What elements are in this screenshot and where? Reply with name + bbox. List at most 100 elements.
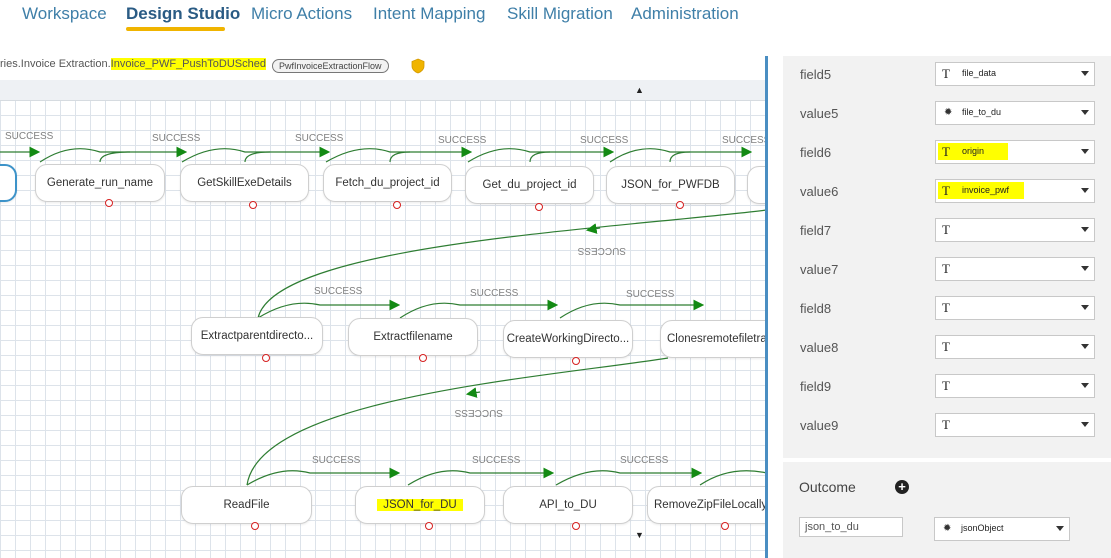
chevron-down-icon[interactable] <box>1081 149 1089 154</box>
tab-workspace[interactable]: Workspace <box>22 4 107 24</box>
node-error-port[interactable] <box>535 203 543 211</box>
tab-skill-migration[interactable]: Skill Migration <box>507 4 613 24</box>
property-select[interactable]: T <box>935 335 1095 359</box>
property-select[interactable]: T <box>935 374 1095 398</box>
property-row: field8 T <box>783 290 1111 329</box>
edge <box>559 299 705 319</box>
edge <box>325 146 473 163</box>
breadcrumb-prefix[interactable]: ries.Invoice Extraction. <box>0 58 111 70</box>
gear-icon: ✹ <box>944 107 953 118</box>
flow-node[interactable]: Extractparentdirecto... <box>191 317 323 355</box>
flow-canvas[interactable]: ▲ ▼ SUCCESS SUCCESS SUCCESS SUCCESS SUCC… <box>0 80 767 558</box>
edge <box>529 151 551 163</box>
chevron-down-icon[interactable] <box>1081 344 1089 349</box>
flow-node[interactable]: Generate_run_name <box>35 164 165 202</box>
chevron-down-icon[interactable] <box>1081 110 1089 115</box>
flow-badge[interactable]: PwfInvoiceExtractionFlow <box>272 59 389 73</box>
node-error-port[interactable] <box>393 201 401 209</box>
row2-edges <box>257 299 705 319</box>
chevron-down-icon[interactable] <box>1081 188 1089 193</box>
property-label: field5 <box>800 67 832 82</box>
flow-node[interactable]: Fetch_du_project_id <box>323 164 452 202</box>
property-select[interactable]: ✹ file_to_du <box>935 101 1095 125</box>
flow-node[interactable] <box>0 164 17 202</box>
node-error-port[interactable] <box>251 522 259 530</box>
property-label: value8 <box>800 340 839 355</box>
tab-intent-mapping[interactable]: Intent Mapping <box>373 4 485 24</box>
outcome-name-input[interactable]: json_to_du <box>799 517 903 537</box>
property-value: origin <box>962 146 985 156</box>
property-select[interactable]: T <box>935 413 1095 437</box>
node-error-port[interactable] <box>419 354 427 362</box>
flow-node[interactable]: JSON_for_PWFDB <box>606 166 735 204</box>
flow-node[interactable]: Get_du_project_id <box>465 166 594 204</box>
property-select[interactable]: T <box>935 257 1095 281</box>
chevron-down-icon[interactable] <box>1081 305 1089 310</box>
chevron-down-icon[interactable] <box>1056 526 1064 531</box>
text-type-icon: T <box>942 222 950 237</box>
flow-node[interactable]: RemoveZipFileLocally <box>647 486 767 524</box>
flow-node[interactable]: ReadFile <box>181 486 312 524</box>
node-error-port[interactable] <box>249 201 257 209</box>
property-row: value9 T <box>783 407 1111 446</box>
success-label: SUCCESS <box>5 131 54 142</box>
property-label: field8 <box>800 301 832 316</box>
success-label: SUCCESS <box>626 289 675 300</box>
property-row: value5 ✹ file_to_du <box>783 95 1111 134</box>
success-label: SUCCESS <box>722 135 767 146</box>
success-label: SUCCESS <box>314 286 363 297</box>
property-select[interactable]: T file_data <box>935 62 1095 86</box>
property-label: value7 <box>800 262 839 277</box>
success-label: SUCCESS <box>438 135 487 146</box>
flow-node[interactable] <box>747 166 767 204</box>
property-label: value6 <box>800 184 839 199</box>
edge <box>99 151 131 163</box>
node-error-port[interactable] <box>572 357 580 365</box>
success-label: SUCCESS <box>472 455 521 466</box>
tab-administration[interactable]: Administration <box>631 4 739 24</box>
tab-design-studio[interactable]: Design Studio <box>126 4 240 24</box>
add-outcome-icon[interactable]: + <box>895 480 909 494</box>
flow-node[interactable]: API_to_DU <box>503 486 633 524</box>
edge <box>669 151 691 163</box>
panel-divider[interactable] <box>765 56 768 558</box>
edge <box>244 151 271 163</box>
chevron-down-icon[interactable] <box>1081 422 1089 427</box>
property-select[interactable]: T <box>935 218 1095 242</box>
property-row: field7 T <box>783 212 1111 251</box>
chevron-down-icon[interactable] <box>1081 383 1089 388</box>
edge <box>39 146 188 163</box>
success-label: SUCCESS <box>152 133 201 144</box>
property-value: invoice_pwf <box>962 185 1010 195</box>
chevron-down-icon[interactable] <box>1081 71 1089 76</box>
flow-node[interactable]: CreateWorkingDirecto... <box>503 320 633 358</box>
node-error-port[interactable] <box>572 522 580 530</box>
property-label: field7 <box>800 223 832 238</box>
chevron-down-icon[interactable] <box>1081 266 1089 271</box>
node-error-port[interactable] <box>676 201 684 209</box>
outcome-type-select[interactable]: ✹ jsonObject <box>934 517 1070 541</box>
property-value: file_data <box>962 68 997 78</box>
shield-icon <box>411 58 425 74</box>
flow-node-json-for-du[interactable]: JSON_for_DU <box>355 486 485 524</box>
node-error-port[interactable] <box>262 354 270 362</box>
property-row: field9 T <box>783 368 1111 407</box>
text-type-icon: T <box>942 339 950 354</box>
outcome-section: Outcome + json_to_du ✹ jsonObject <box>783 462 1111 558</box>
property-label: field6 <box>800 145 832 160</box>
text-type-icon: T <box>942 300 950 315</box>
property-select[interactable]: T <box>935 296 1095 320</box>
property-select[interactable]: T origin <box>935 140 1095 164</box>
node-error-port[interactable] <box>721 522 729 530</box>
return-edge-arrow <box>465 387 481 398</box>
property-select[interactable]: T invoice_pwf <box>935 179 1095 203</box>
node-error-port[interactable] <box>105 199 113 207</box>
flow-node[interactable]: GetSkillExeDetails <box>180 164 309 202</box>
flow-node[interactable]: Clonesremotefiletra <box>660 320 767 358</box>
node-error-port[interactable] <box>425 522 433 530</box>
tab-micro-actions[interactable]: Micro Actions <box>251 4 352 24</box>
property-row: field6 T origin <box>783 134 1111 173</box>
chevron-down-icon[interactable] <box>1081 227 1089 232</box>
flow-node[interactable]: Extractfilename <box>348 318 478 356</box>
breadcrumb-path: ries.Invoice Extraction.Invoice_PWF_Push… <box>0 58 266 70</box>
